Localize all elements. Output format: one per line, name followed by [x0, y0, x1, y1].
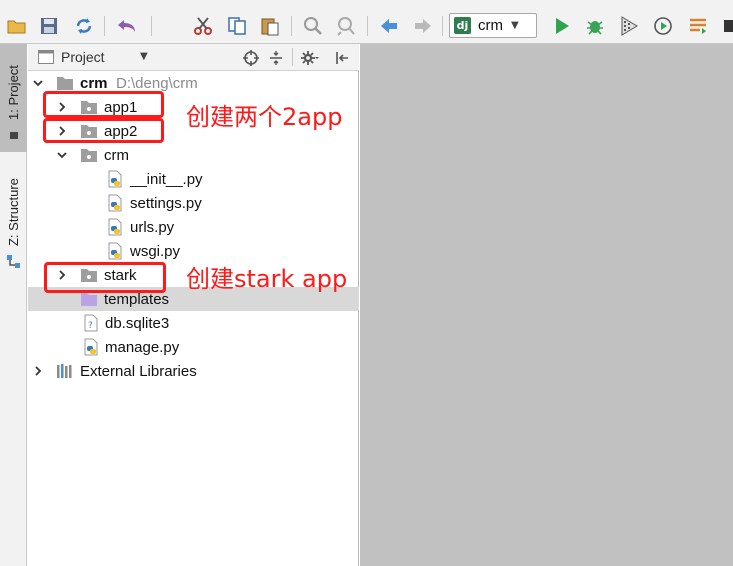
file-name: __init__.py: [130, 170, 203, 188]
tool-window-strip: 1: Project Z: Structure: [0, 44, 27, 566]
python-file-icon: [108, 218, 122, 236]
annotation-box-stark: [44, 262, 166, 293]
more-tools-icon[interactable]: [719, 15, 733, 37]
save-icon[interactable]: [38, 15, 60, 37]
root-folder-name: crm: [80, 74, 108, 92]
replace-icon[interactable]: [335, 15, 357, 37]
annotation-box-app2: [43, 118, 164, 143]
run-configuration-select[interactable]: dj crm ▼: [449, 13, 537, 38]
toolbar-separator: [367, 16, 368, 36]
debug-icon[interactable]: [584, 15, 606, 37]
toolbar-separator: [151, 16, 152, 36]
tree-node-external-libraries[interactable]: External Libraries: [28, 359, 359, 383]
file-name: settings.py: [130, 194, 202, 212]
collapse-all-icon[interactable]: [266, 48, 286, 68]
find-icon[interactable]: [302, 15, 324, 37]
folder-name: templates: [104, 290, 170, 308]
file-name: urls.py: [130, 218, 175, 236]
svg-text:?: ?: [88, 321, 93, 331]
chevron-down-icon: ▼: [511, 20, 519, 31]
folder-icon: [57, 77, 73, 90]
undo-icon[interactable]: [115, 15, 137, 37]
run-configuration-label: crm: [478, 17, 503, 34]
structure-icon: [7, 255, 20, 268]
tab-structure-label: Z: Structure: [6, 178, 21, 246]
external-libraries-label: External Libraries: [80, 362, 197, 380]
tree-node-file[interactable]: urls.py: [28, 215, 359, 239]
forward-arrow-icon[interactable]: [412, 15, 434, 37]
chevron-down-icon[interactable]: [56, 149, 68, 161]
hide-panel-icon[interactable]: [332, 48, 352, 68]
menu-bar-remnant: [0, 0, 733, 8]
python-file-icon: [108, 242, 122, 260]
annotation-text-apps: 创建两个2app: [186, 103, 343, 131]
back-arrow-icon[interactable]: [378, 15, 400, 37]
cut-icon[interactable]: [192, 15, 214, 37]
project-tool-icon: [10, 132, 18, 139]
toolbar-separator: [442, 16, 443, 36]
chevron-right-icon[interactable]: [32, 365, 44, 377]
locate-file-icon[interactable]: [241, 48, 261, 68]
tree-node-file[interactable]: manage.py: [28, 335, 359, 359]
file-unknown-icon: ?: [84, 314, 98, 332]
tab-structure[interactable]: Z: Structure: [0, 162, 27, 272]
file-name: db.sqlite3: [105, 314, 170, 332]
django-icon: dj: [454, 17, 471, 34]
tab-project[interactable]: 1: Project: [0, 44, 27, 152]
toolbar-separator: [104, 16, 105, 36]
sync-icon[interactable]: [73, 15, 95, 37]
coverage-icon[interactable]: [618, 15, 640, 37]
libraries-icon: [57, 364, 72, 378]
header-separator: [292, 48, 293, 66]
build-tasks-icon[interactable]: [687, 15, 709, 37]
run-icon[interactable]: [551, 15, 573, 37]
file-name: manage.py: [105, 338, 180, 356]
root-folder-path: D:\deng\crm: [116, 74, 198, 92]
annotation-box-app1: [43, 91, 164, 118]
folder-name: crm: [104, 146, 129, 164]
project-view-title[interactable]: Project: [61, 49, 105, 65]
chevron-down-icon[interactable]: [32, 77, 44, 89]
python-file-icon: [108, 170, 122, 188]
python-file-icon: [108, 194, 122, 212]
project-panel-header: Project ▼: [28, 44, 359, 71]
project-view-icon: [38, 50, 54, 64]
editor-area[interactable]: [360, 44, 733, 566]
toolbar-separator: [291, 16, 292, 36]
tree-node-file[interactable]: settings.py: [28, 191, 359, 215]
file-name: wsgi.py: [130, 242, 181, 260]
tree-node-crm-package[interactable]: crm: [28, 143, 359, 167]
chevron-down-icon[interactable]: ▼: [140, 51, 148, 62]
tab-project-label: 1: Project: [6, 65, 21, 120]
copy-icon[interactable]: [226, 15, 248, 37]
open-folder-icon[interactable]: [6, 15, 28, 37]
tree-node-file[interactable]: ? db.sqlite3: [28, 311, 359, 335]
gear-icon[interactable]: [300, 48, 320, 68]
python-file-icon: [84, 338, 98, 356]
annotation-text-stark: 创建stark app: [186, 265, 348, 293]
profile-icon[interactable]: [652, 15, 674, 37]
tree-node-file[interactable]: __init__.py: [28, 167, 359, 191]
package-folder-icon: [81, 149, 97, 162]
paste-icon[interactable]: [259, 15, 281, 37]
main-toolbar: dj crm ▼: [0, 8, 733, 44]
